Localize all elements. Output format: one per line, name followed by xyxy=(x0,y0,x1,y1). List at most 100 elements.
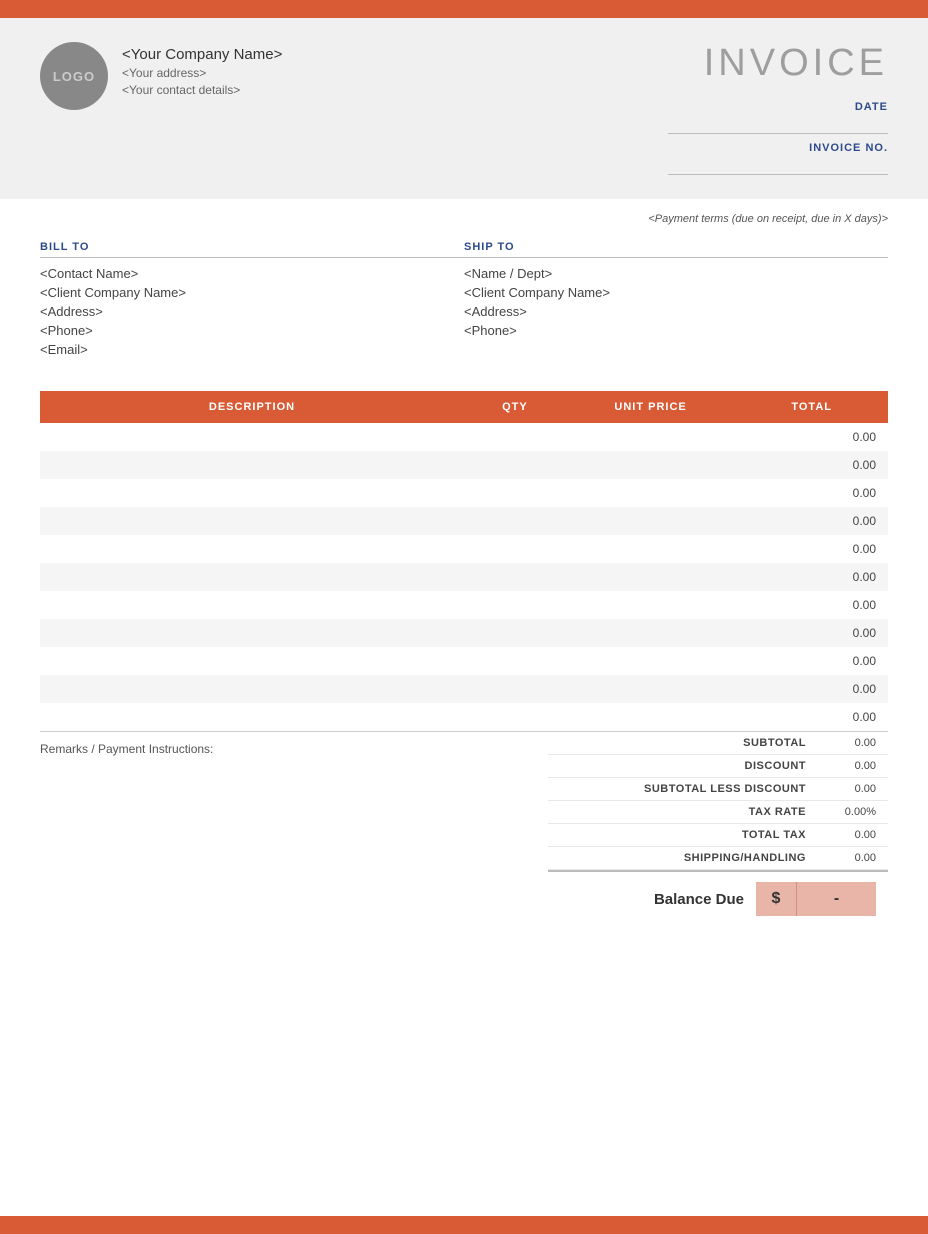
row-total: 0.00 xyxy=(735,619,888,647)
col-header-total: TOTAL xyxy=(735,391,888,423)
row-total: 0.00 xyxy=(735,647,888,675)
row-unit-price xyxy=(566,591,736,619)
ship-to-name: <Name / Dept> xyxy=(464,266,888,281)
total-tax-label: TOTAL TAX xyxy=(560,829,806,841)
row-description xyxy=(40,563,464,591)
bill-to-label: BILL TO xyxy=(40,241,464,258)
table-row: 0.00 xyxy=(40,479,888,507)
table-row: 0.00 xyxy=(40,675,888,703)
discount-label: DISCOUNT xyxy=(560,760,806,772)
table-row: 0.00 xyxy=(40,507,888,535)
table-row: 0.00 xyxy=(40,423,888,451)
date-row: DATE xyxy=(668,101,888,134)
company-name: <Your Company Name> xyxy=(122,46,282,63)
row-description xyxy=(40,507,464,535)
company-address: <Your address> xyxy=(122,66,282,80)
row-qty xyxy=(464,591,566,619)
tax-rate-row: TAX RATE 0.00% xyxy=(548,801,888,824)
ship-to-company: <Client Company Name> xyxy=(464,285,888,300)
row-description xyxy=(40,703,464,731)
row-unit-price xyxy=(566,535,736,563)
subtotal-less-discount-row: SUBTOTAL LESS DISCOUNT 0.00 xyxy=(548,778,888,801)
date-label: DATE xyxy=(855,101,888,113)
billing-section: BILL TO <Contact Name> <Client Company N… xyxy=(40,231,888,381)
col-header-unit-price: UNIT PRICE xyxy=(566,391,736,423)
table-row: 0.00 xyxy=(40,703,888,731)
bottom-section: Remarks / Payment Instructions: SUBTOTAL… xyxy=(40,731,888,926)
balance-due-currency: $ xyxy=(756,882,796,916)
subtotal-value: 0.00 xyxy=(806,737,876,749)
shipping-row: SHIPPING/HANDLING 0.00 xyxy=(548,847,888,870)
bill-to-phone: <Phone> xyxy=(40,323,464,338)
invoice-page: LOGO <Your Company Name> <Your address> … xyxy=(0,0,928,1234)
row-qty xyxy=(464,619,566,647)
ship-to-address: <Address> xyxy=(464,304,888,319)
invoice-content: LOGO <Your Company Name> <Your address> … xyxy=(0,18,928,1216)
row-qty xyxy=(464,647,566,675)
shipping-label: SHIPPING/HANDLING xyxy=(560,852,806,864)
row-total: 0.00 xyxy=(735,563,888,591)
subtotal-label: SUBTOTAL xyxy=(560,737,806,749)
row-description xyxy=(40,451,464,479)
row-total: 0.00 xyxy=(735,591,888,619)
bill-to-address: <Address> xyxy=(40,304,464,319)
row-unit-price xyxy=(566,647,736,675)
invoice-header: LOGO <Your Company Name> <Your address> … xyxy=(0,18,928,199)
row-total: 0.00 xyxy=(735,479,888,507)
invoice-no-row: INVOICE NO. xyxy=(668,142,888,175)
row-total: 0.00 xyxy=(735,703,888,731)
row-unit-price xyxy=(566,563,736,591)
table-row: 0.00 xyxy=(40,451,888,479)
payment-terms: <Payment terms (due on receipt, due in X… xyxy=(40,199,888,231)
shipping-value: 0.00 xyxy=(806,852,876,864)
invoice-meta: INVOICE DATE INVOICE NO. xyxy=(668,42,888,175)
col-header-description: DESCRIPTION xyxy=(40,391,464,423)
logo-area: LOGO <Your Company Name> <Your address> … xyxy=(40,42,282,110)
table-row: 0.00 xyxy=(40,535,888,563)
total-tax-row: TOTAL TAX 0.00 xyxy=(548,824,888,847)
balance-due-row: Balance Due $ - xyxy=(548,870,888,926)
subtotal-less-discount-label: SUBTOTAL LESS DISCOUNT xyxy=(560,783,806,795)
row-description xyxy=(40,647,464,675)
ship-to-phone: <Phone> xyxy=(464,323,888,338)
row-qty xyxy=(464,451,566,479)
row-qty xyxy=(464,675,566,703)
balance-due-label: Balance Due xyxy=(654,891,744,908)
table-row: 0.00 xyxy=(40,563,888,591)
row-qty xyxy=(464,423,566,451)
row-unit-price xyxy=(566,507,736,535)
remarks-area: Remarks / Payment Instructions: xyxy=(40,732,548,926)
total-tax-value: 0.00 xyxy=(806,829,876,841)
row-total: 0.00 xyxy=(735,507,888,535)
tax-rate-label: TAX RATE xyxy=(560,806,806,818)
totals-area: SUBTOTAL 0.00 DISCOUNT 0.00 SUBTOTAL LES… xyxy=(548,732,888,926)
invoice-no-label: INVOICE NO. xyxy=(809,142,888,154)
row-total: 0.00 xyxy=(735,423,888,451)
bill-to-contact: <Contact Name> xyxy=(40,266,464,281)
remarks-label: Remarks / Payment Instructions: xyxy=(40,742,213,756)
bill-to-col: BILL TO <Contact Name> <Client Company N… xyxy=(40,241,464,361)
ship-to-label: SHIP TO xyxy=(464,241,888,258)
row-total: 0.00 xyxy=(735,451,888,479)
row-description xyxy=(40,619,464,647)
row-description xyxy=(40,591,464,619)
row-description xyxy=(40,535,464,563)
col-header-qty: QTY xyxy=(464,391,566,423)
subtotal-row: SUBTOTAL 0.00 xyxy=(548,732,888,755)
discount-value: 0.00 xyxy=(806,760,876,772)
top-accent-bar xyxy=(0,0,928,18)
row-unit-price xyxy=(566,479,736,507)
row-description xyxy=(40,479,464,507)
row-unit-price xyxy=(566,619,736,647)
table-row: 0.00 xyxy=(40,647,888,675)
invoice-title: INVOICE xyxy=(668,42,888,85)
row-qty xyxy=(464,507,566,535)
row-unit-price xyxy=(566,451,736,479)
subtotal-less-discount-value: 0.00 xyxy=(806,783,876,795)
row-qty xyxy=(464,479,566,507)
row-description xyxy=(40,675,464,703)
row-unit-price xyxy=(566,703,736,731)
discount-row: DISCOUNT 0.00 xyxy=(548,755,888,778)
row-description xyxy=(40,423,464,451)
invoice-table: DESCRIPTION QTY UNIT PRICE TOTAL 0.00 0.… xyxy=(40,391,888,731)
